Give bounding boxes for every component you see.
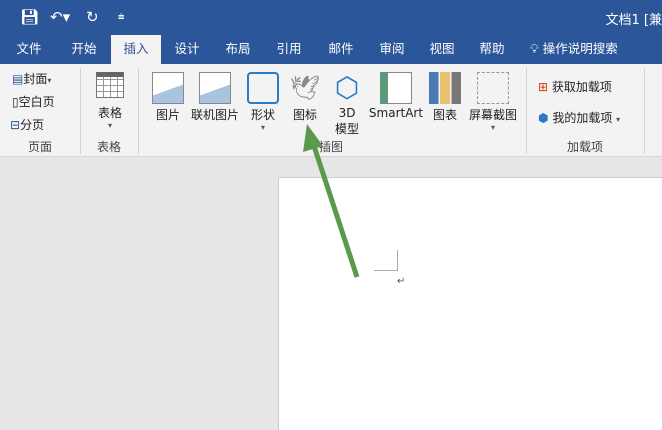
- annotation-arrow: [303, 124, 360, 278]
